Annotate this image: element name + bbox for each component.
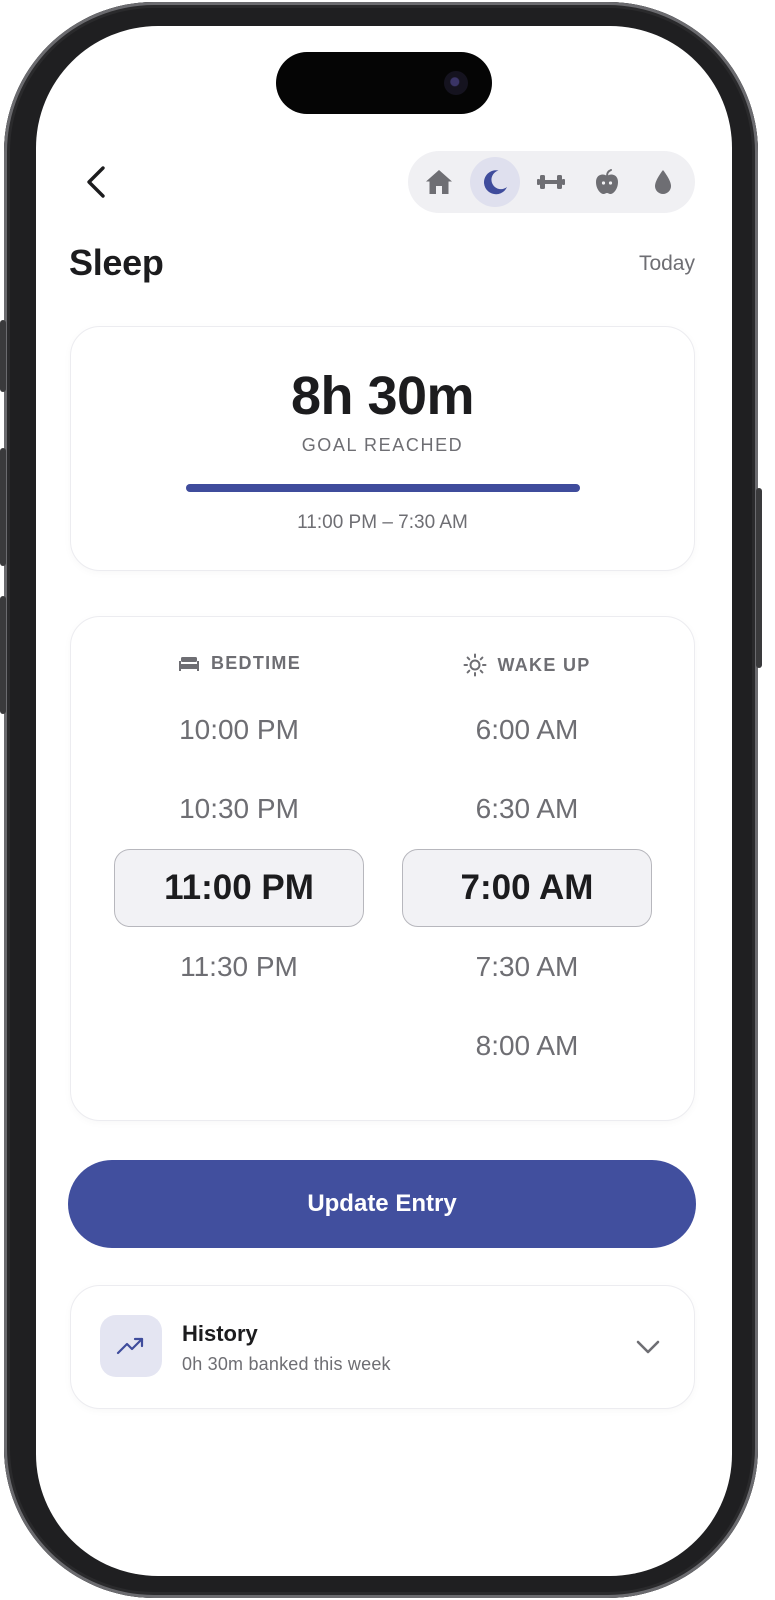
bedtime-option[interactable]: 10:30 PM [114, 770, 364, 848]
bedtime-option[interactable]: 11:30 PM [114, 928, 364, 1006]
home-icon [426, 170, 452, 194]
action-button [0, 320, 6, 392]
progress-fill [186, 484, 580, 492]
water-drop-icon [655, 170, 671, 194]
wakeup-option[interactable]: 6:00 AM [402, 691, 652, 769]
back-button[interactable] [78, 162, 114, 202]
power-button [756, 488, 762, 668]
date-selector[interactable]: Today [639, 252, 695, 276]
phone-frame: Sleep Today 8h 30m GOAL REACHED 11:00 PM… [0, 2, 762, 1598]
bed-icon [178, 656, 199, 671]
sleep-time-range: 11:00 PM – 7:30 AM [297, 512, 468, 533]
tab-nutrition[interactable] [582, 157, 632, 207]
screen: Sleep Today 8h 30m GOAL REACHED 11:00 PM… [36, 26, 732, 1576]
apple-icon [596, 169, 618, 194]
history-subtitle: 0h 30m banked this week [182, 1354, 391, 1374]
bedtime-header: BEDTIME [114, 653, 364, 674]
bedtime-option-selected[interactable]: 11:00 PM [114, 849, 364, 927]
update-entry-button[interactable]: Update Entry [68, 1160, 696, 1248]
wakeup-option[interactable]: 7:30 AM [402, 928, 652, 1006]
wakeup-option[interactable]: 8:00 AM [402, 1007, 652, 1085]
sun-icon [463, 653, 487, 677]
history-row[interactable]: History 0h 30m banked this week [70, 1285, 695, 1409]
page-title: Sleep [69, 242, 164, 283]
wakeup-option-selected[interactable]: 7:00 AM [402, 849, 652, 927]
dumbbell-icon [537, 175, 565, 189]
moon-icon [483, 170, 507, 195]
camera-icon [444, 71, 468, 95]
tab-home[interactable] [414, 157, 464, 207]
tab-fitness[interactable] [526, 157, 576, 207]
category-tab-bar [408, 151, 695, 213]
tab-sleep[interactable] [470, 157, 520, 207]
sleep-duration: 8h 30m [290, 366, 475, 426]
dynamic-island [276, 52, 492, 114]
trending-up-icon [116, 1337, 144, 1355]
wakeup-option[interactable]: 6:30 AM [402, 770, 652, 848]
sleep-summary-card: 8h 30m GOAL REACHED 11:00 PM – 7:30 AM [70, 326, 695, 571]
history-icon-tile [100, 1315, 162, 1377]
wakeup-column: WAKE UP 6:00 AM 6:30 AM 7:00 AM 7:30 AM … [402, 617, 652, 1120]
bedtime-label: BEDTIME [210, 653, 302, 673]
bedtime-column: BEDTIME 10:00 PM 10:30 PM 11:00 PM 11:30… [114, 617, 364, 1120]
chevron-down-icon[interactable] [634, 1333, 662, 1361]
bedtime-option[interactable]: 10:00 PM [114, 691, 364, 769]
wakeup-header: WAKE UP [402, 653, 652, 677]
tab-hydration[interactable] [638, 157, 688, 207]
chevron-left-icon [87, 166, 105, 198]
history-title: History [182, 1321, 258, 1346]
time-picker-card: BEDTIME 10:00 PM 10:30 PM 11:00 PM 11:30… [70, 616, 695, 1121]
wakeup-label: WAKE UP [497, 654, 591, 675]
sleep-goal-progress [186, 484, 580, 492]
volume-down-button [0, 596, 6, 714]
goal-status: GOAL REACHED [301, 435, 464, 455]
volume-up-button [0, 448, 6, 566]
